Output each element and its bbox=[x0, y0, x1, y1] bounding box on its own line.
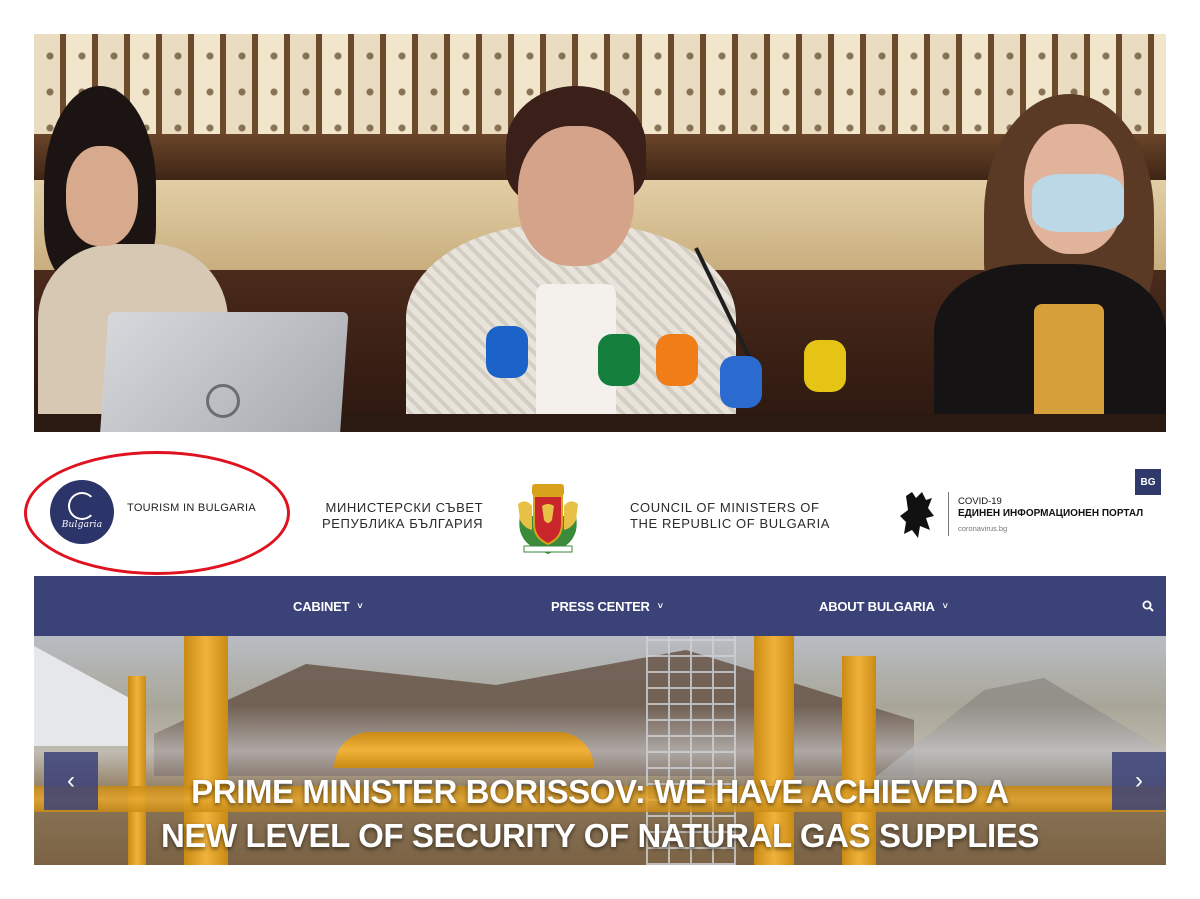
coat-of-arms-icon[interactable] bbox=[514, 476, 582, 554]
language-switch-button[interactable]: BG bbox=[1135, 469, 1161, 495]
council-en-line2: THE REPUBLIC OF BULGARIA bbox=[630, 516, 831, 531]
council-en-line1: COUNCIL OF MINISTERS OF bbox=[630, 500, 820, 515]
microphone-2 bbox=[598, 334, 640, 386]
council-bg-name-link[interactable]: МИНИСТЕРСКИ СЪВЕТ РЕПУБЛИКА БЪЛГАРИЯ bbox=[322, 500, 483, 532]
chevron-down-icon: ˅ bbox=[657, 601, 663, 611]
nav-item-about-bulgaria[interactable]: ABOUT BULGARIA ˅ bbox=[819, 576, 948, 636]
microphone-5 bbox=[804, 340, 846, 392]
nav-item-label: ABOUT BULGARIA bbox=[819, 598, 935, 614]
main-navigation: CABINET ˅ PRESS CENTER ˅ ABOUT BULGARIA … bbox=[34, 576, 1166, 636]
covid-portal-name: ЕДИНЕН ИНФОРМАЦИОНЕН ПОРТАЛ bbox=[958, 508, 1144, 519]
microphone-1 bbox=[486, 326, 528, 378]
nav-item-cabinet[interactable]: CABINET ˅ bbox=[293, 576, 363, 636]
covid-divider bbox=[948, 492, 949, 536]
council-bg-line2: РЕПУБЛИКА БЪЛГАРИЯ bbox=[322, 516, 484, 531]
microphone-4 bbox=[720, 356, 762, 408]
hero-headline-line1: PRIME MINISTER BORISSOV: WE HAVE ACHIEVE… bbox=[191, 773, 1009, 810]
right-person-mask bbox=[1032, 174, 1124, 232]
highlight-ring-annotation bbox=[24, 451, 290, 575]
microphone-3 bbox=[656, 334, 698, 386]
nav-item-label: PRESS CENTER bbox=[551, 598, 650, 614]
pipe bbox=[334, 732, 594, 768]
nav-item-label: CABINET bbox=[293, 598, 350, 614]
hero-headline-link[interactable]: PRIME MINISTER BORISSOV: WE HAVE ACHIEVE… bbox=[34, 770, 1166, 858]
hero-slider: ‹ › PRIME MINISTER BORISSOV: WE HAVE ACH… bbox=[34, 636, 1166, 865]
chevron-down-icon: ˅ bbox=[357, 601, 363, 611]
center-person-face bbox=[518, 126, 634, 266]
covid-portal-link[interactable]: COVID-19 ЕДИНЕН ИНФОРМАЦИОНЕН ПОРТАЛ cor… bbox=[958, 496, 1143, 535]
search-icon[interactable] bbox=[1142, 600, 1154, 612]
left-person-face bbox=[66, 146, 138, 246]
chevron-down-icon: ˅ bbox=[942, 601, 948, 611]
covid-title: COVID-19 bbox=[958, 496, 1002, 507]
covid-url: coronavirus.bg bbox=[958, 524, 1008, 533]
council-bg-line1: МИНИСТЕРСКИ СЪВЕТ bbox=[325, 500, 484, 515]
right-person-shirt bbox=[1034, 304, 1104, 432]
council-en-name-link[interactable]: COUNCIL OF MINISTERS OF THE REPUBLIC OF … bbox=[630, 500, 830, 532]
press-conference-photo bbox=[34, 34, 1166, 432]
nav-item-press-center[interactable]: PRESS CENTER ˅ bbox=[551, 576, 663, 636]
laptop-logo-icon bbox=[206, 384, 240, 418]
hero-headline-line2: NEW LEVEL OF SECURITY OF NATURAL GAS SUP… bbox=[161, 817, 1039, 854]
lion-icon[interactable] bbox=[898, 488, 938, 540]
